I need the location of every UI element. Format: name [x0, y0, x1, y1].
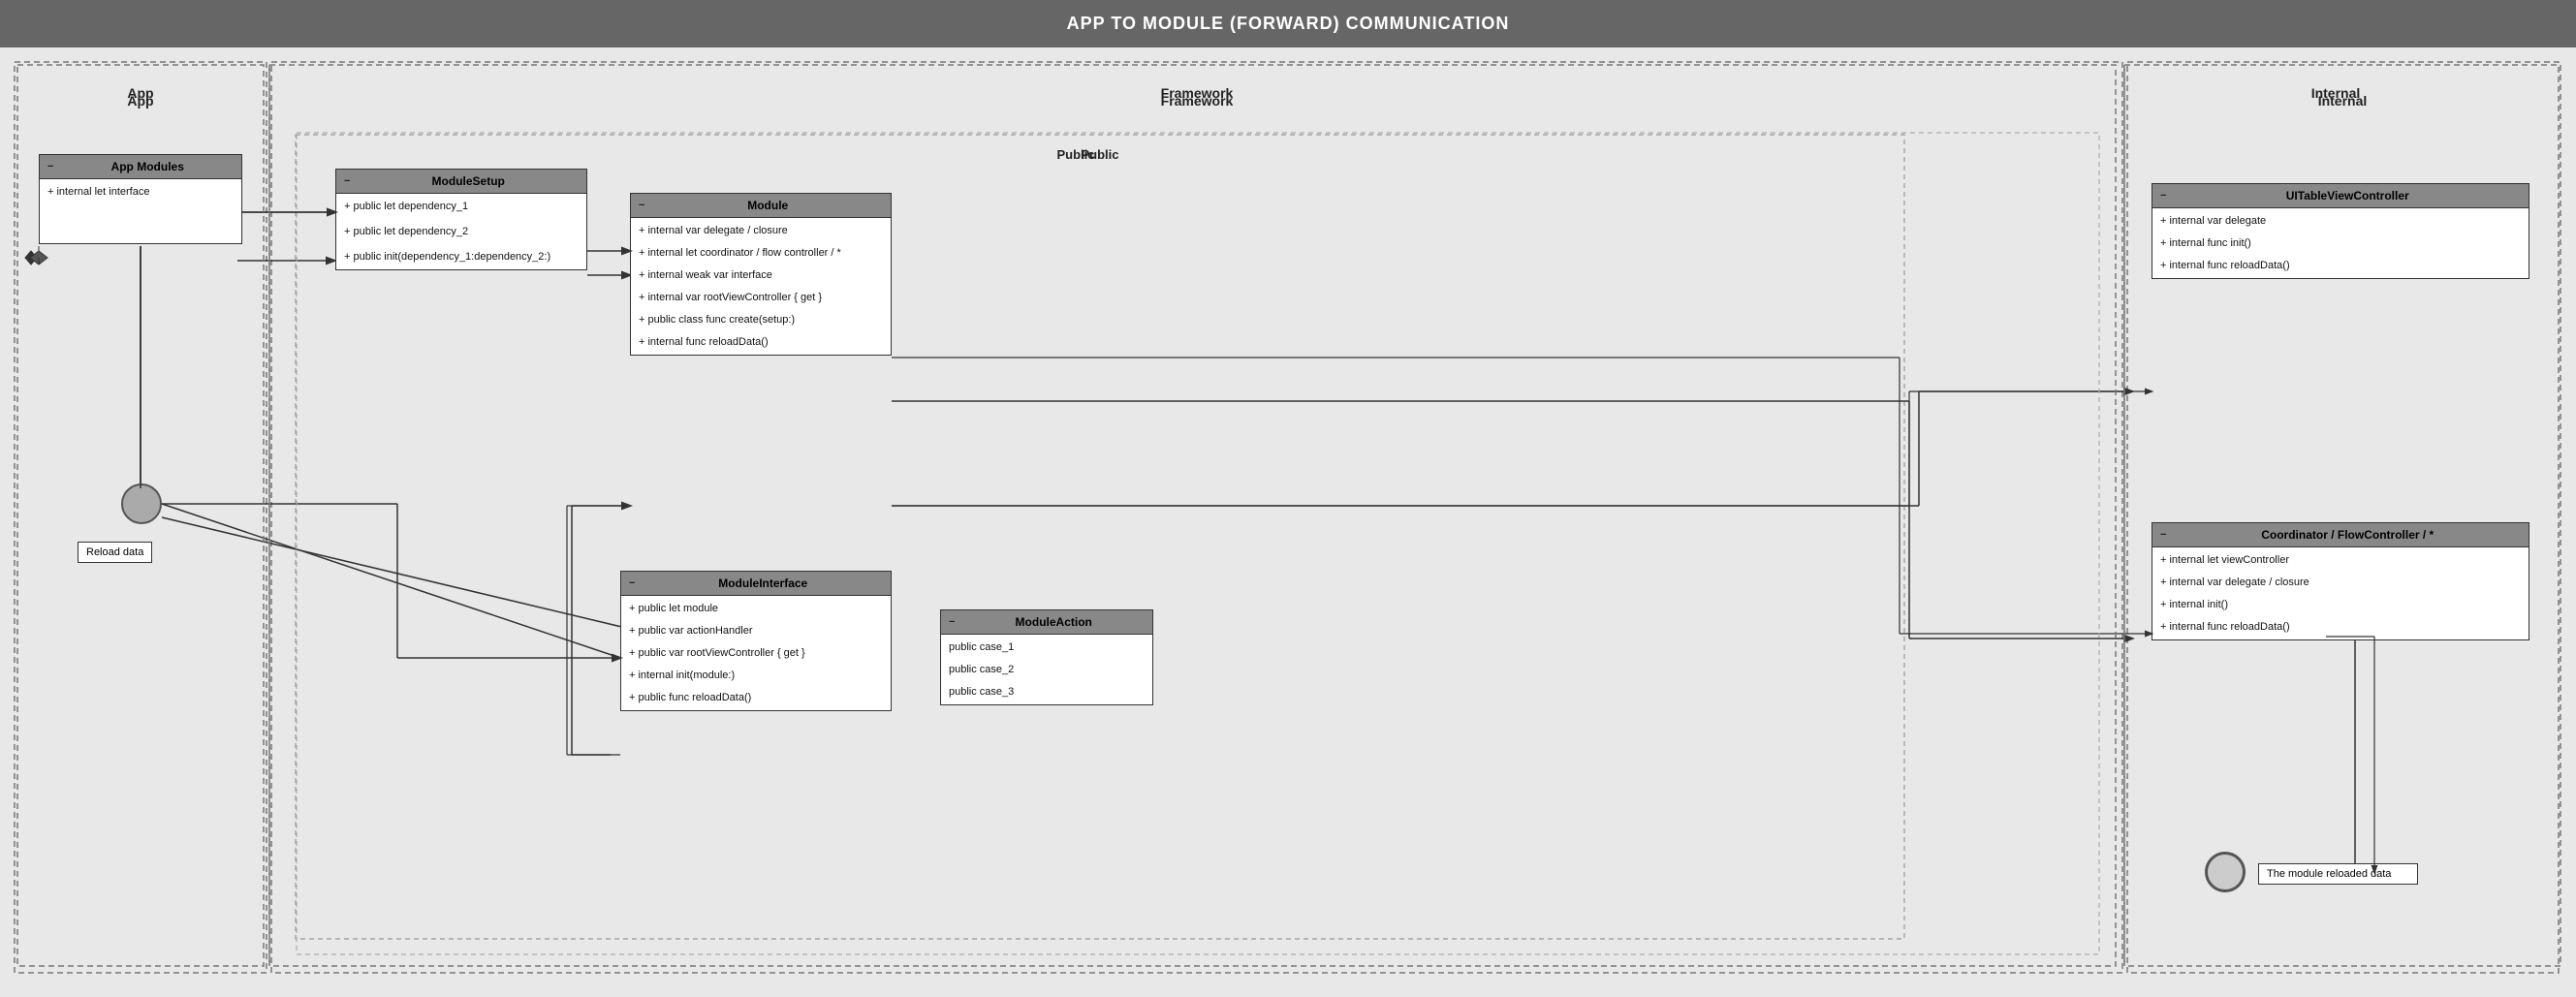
- module-row-3: + internal var rootViewController { get …: [631, 289, 891, 306]
- module-setup-row-1: + public let dependency_2: [336, 223, 586, 240]
- svg-text:Framework: Framework: [1161, 85, 1234, 101]
- svg-text:Internal: Internal: [2318, 93, 2368, 109]
- coord-row-0: + internal let viewController: [2152, 551, 2529, 569]
- main-wrapper: APP TO MODULE (FORWARD) COMMUNICATION: [0, 0, 2576, 987]
- svg-text:Framework: Framework: [1161, 93, 1234, 109]
- coord-row-3: + internal func reloadData(): [2152, 618, 2529, 636]
- ma-row-0: public case_1: [941, 639, 1152, 656]
- coordinator-class: − Coordinator / FlowController / * + int…: [2152, 522, 2529, 640]
- ma-row-1: public case_2: [941, 661, 1152, 678]
- title-text: APP TO MODULE (FORWARD) COMMUNICATION: [1067, 14, 1510, 33]
- module-interface-class: − ModuleInterface + public let module + …: [620, 571, 892, 711]
- module-action-body: public case_1 public case_2 public case_…: [941, 635, 1152, 704]
- coordinator-body: + internal let viewController + internal…: [2152, 547, 2529, 639]
- module-body: + internal var delegate / closure + inte…: [631, 218, 891, 355]
- svg-text:App: App: [127, 85, 153, 101]
- module-setup-class: − ModuleSetup + public let dependency_1 …: [335, 169, 587, 270]
- uitableviewcontroller-class: − UITableViewController + internal var d…: [2152, 183, 2529, 279]
- module-row-5: + internal func reloadData(): [631, 333, 891, 351]
- mi-row-2: + public var rootViewController { get }: [621, 644, 891, 662]
- mi-row-0: + public let module: [621, 600, 891, 617]
- uitvc-header: − UITableViewController: [2152, 184, 2529, 208]
- diagram-container: App Framework Internal Public: [10, 57, 2566, 978]
- module-setup-header: − ModuleSetup: [336, 170, 586, 194]
- svg-text:App: App: [127, 93, 153, 109]
- mi-row-1: + public var actionHandler: [621, 622, 891, 639]
- uitvc-row-2: + internal func reloadData(): [2152, 257, 2529, 274]
- module-interface-header: − ModuleInterface: [621, 572, 891, 596]
- app-modules-body: + internal let interface: [40, 179, 241, 243]
- module-row-1: + internal let coordinator / flow contro…: [631, 244, 891, 262]
- module-row-0: + internal var delegate / closure: [631, 222, 891, 239]
- module-row-2: + internal weak var interface: [631, 266, 891, 284]
- internal-circle-node: [2205, 852, 2246, 892]
- coordinator-header: − Coordinator / FlowController / *: [2152, 523, 2529, 547]
- uitvc-row-0: + internal var delegate: [2152, 212, 2529, 230]
- internal-reload-label: The module reloaded data: [2258, 863, 2418, 885]
- module-setup-row-0: + public let dependency_1: [336, 198, 586, 215]
- app-circle-node: [121, 483, 162, 524]
- app-modules-row-0: + internal let interface: [40, 183, 241, 201]
- ma-row-2: public case_3: [941, 683, 1152, 701]
- module-class: − Module + internal var delegate / closu…: [630, 193, 892, 356]
- svg-text:Internal: Internal: [2311, 85, 2361, 101]
- module-action-header: − ModuleAction: [941, 610, 1152, 635]
- uitvc-body: + internal var delegate + internal func …: [2152, 208, 2529, 278]
- app-reload-label: Reload data: [78, 542, 152, 563]
- coord-row-2: + internal init(): [2152, 596, 2529, 613]
- app-modules-header: − App Modules: [40, 155, 241, 179]
- main-title-bar: APP TO MODULE (FORWARD) COMMUNICATION: [0, 0, 2576, 47]
- module-header: − Module: [631, 194, 891, 218]
- diagram-area: App Framework Internal Public: [0, 47, 2576, 987]
- module-interface-body: + public let module + public var actionH…: [621, 596, 891, 710]
- module-setup-body: + public let dependency_1 + public let d…: [336, 194, 586, 269]
- app-modules-class: − App Modules + internal let interface: [39, 154, 242, 244]
- svg-text:Public: Public: [1056, 147, 1094, 162]
- svg-text:Public: Public: [1081, 147, 1118, 162]
- module-row-4: + public class func create(setup:): [631, 311, 891, 328]
- coord-row-1: + internal var delegate / closure: [2152, 574, 2529, 591]
- mi-row-4: + public func reloadData(): [621, 689, 891, 706]
- module-setup-row-2: + public init(dependency_1:dependency_2:…: [336, 248, 586, 265]
- mi-row-3: + internal init(module:): [621, 667, 891, 684]
- module-action-class: − ModuleAction public case_1 public case…: [940, 609, 1153, 705]
- uitvc-row-1: + internal func init(): [2152, 234, 2529, 252]
